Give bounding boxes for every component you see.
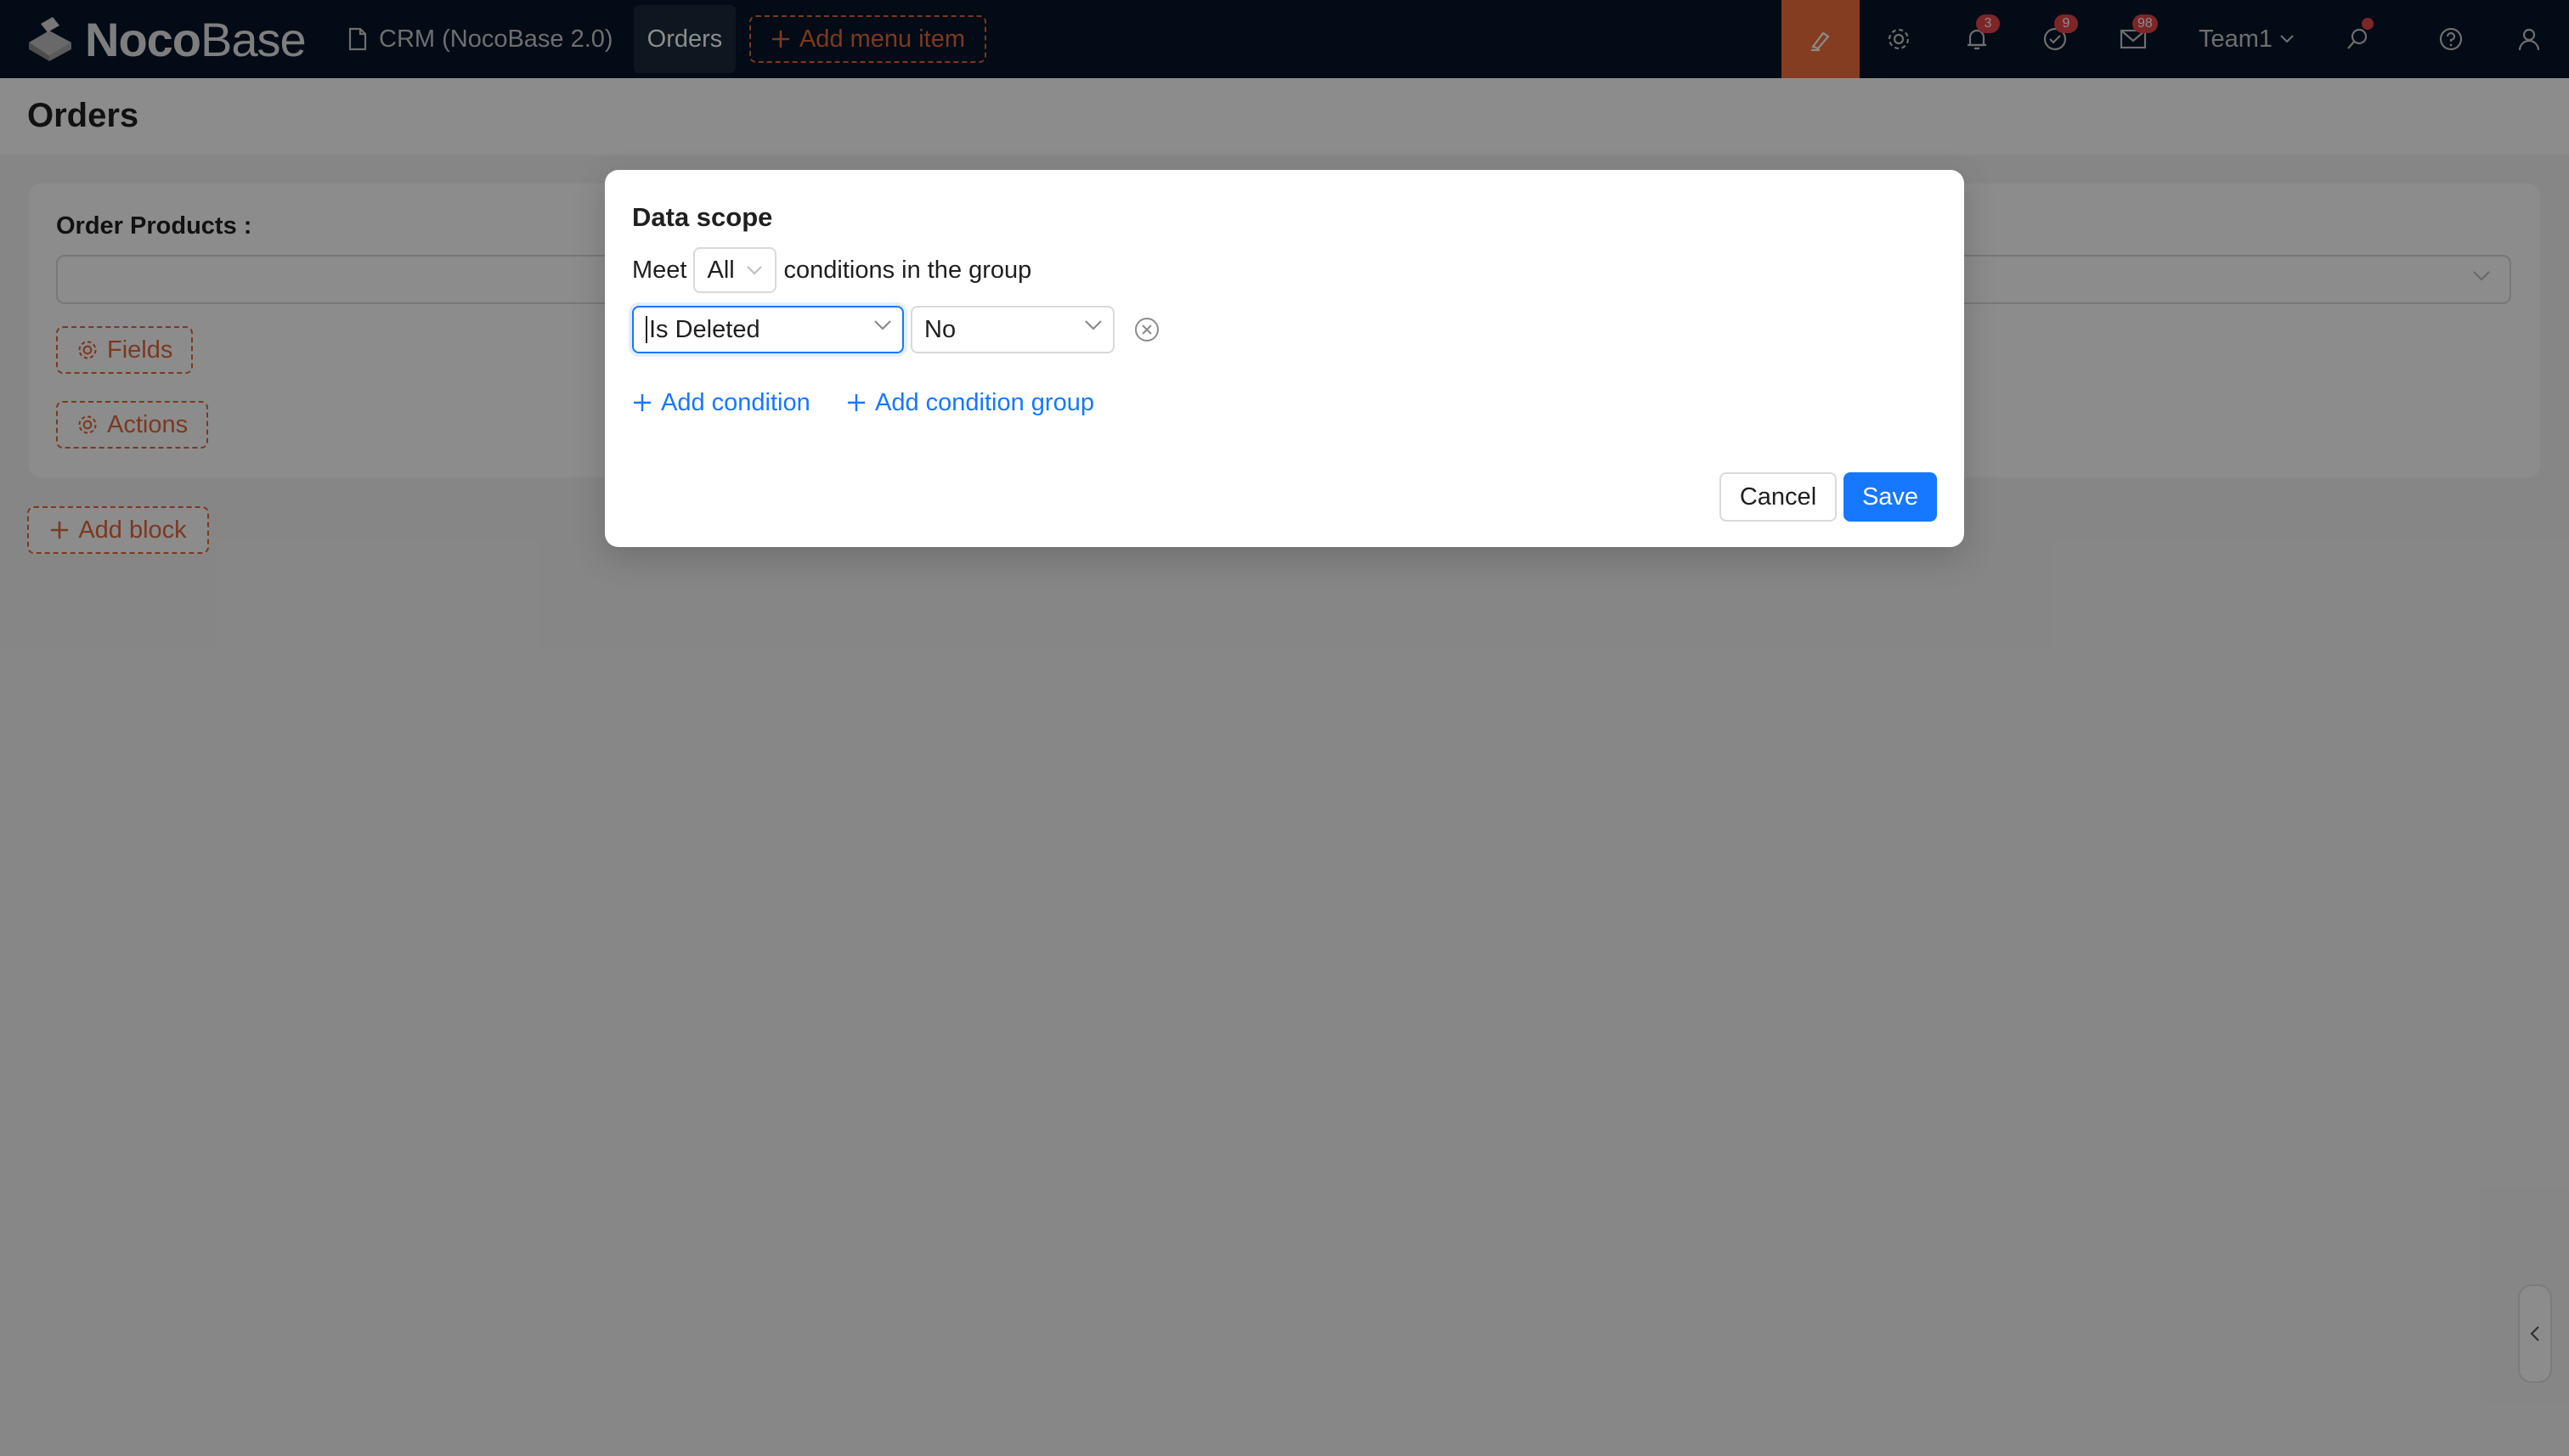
condition-value-text: No — [924, 315, 957, 343]
condition-value-select[interactable]: No — [911, 306, 1115, 353]
meet-suffix: conditions in the group — [783, 256, 1032, 284]
app-root: NocoBase CRM (NocoBase 2.0) Orders Add m… — [0, 0, 2569, 1456]
chevron-down-icon — [874, 320, 891, 330]
add-condition-label: Add condition — [661, 388, 810, 416]
chevron-down-icon — [1085, 320, 1102, 330]
condition-field-value: Is Deleted — [649, 315, 760, 343]
close-circle-icon[interactable] — [1133, 316, 1160, 343]
plus-icon — [634, 394, 651, 411]
plus-icon — [848, 394, 865, 411]
meet-logic-select[interactable]: All — [693, 247, 777, 293]
text-cursor — [646, 316, 647, 343]
data-scope-modal: Data scope Meet All conditions in the gr… — [605, 170, 1964, 547]
save-button[interactable]: Save — [1843, 472, 1937, 522]
modal-title: Data scope — [632, 202, 773, 232]
condition-field-select[interactable]: Is Deleted — [632, 306, 904, 353]
meet-logic-value: All — [707, 256, 735, 284]
meet-prefix: Meet — [632, 256, 687, 284]
meet-condition-row: Meet All conditions in the group — [632, 246, 1031, 294]
cancel-button[interactable]: Cancel — [1719, 472, 1837, 522]
add-condition-button[interactable]: Add condition — [632, 382, 810, 423]
chevron-down-icon — [747, 266, 763, 275]
add-condition-group-label: Add condition group — [875, 388, 1094, 416]
add-condition-group-button[interactable]: Add condition group — [846, 382, 1094, 423]
